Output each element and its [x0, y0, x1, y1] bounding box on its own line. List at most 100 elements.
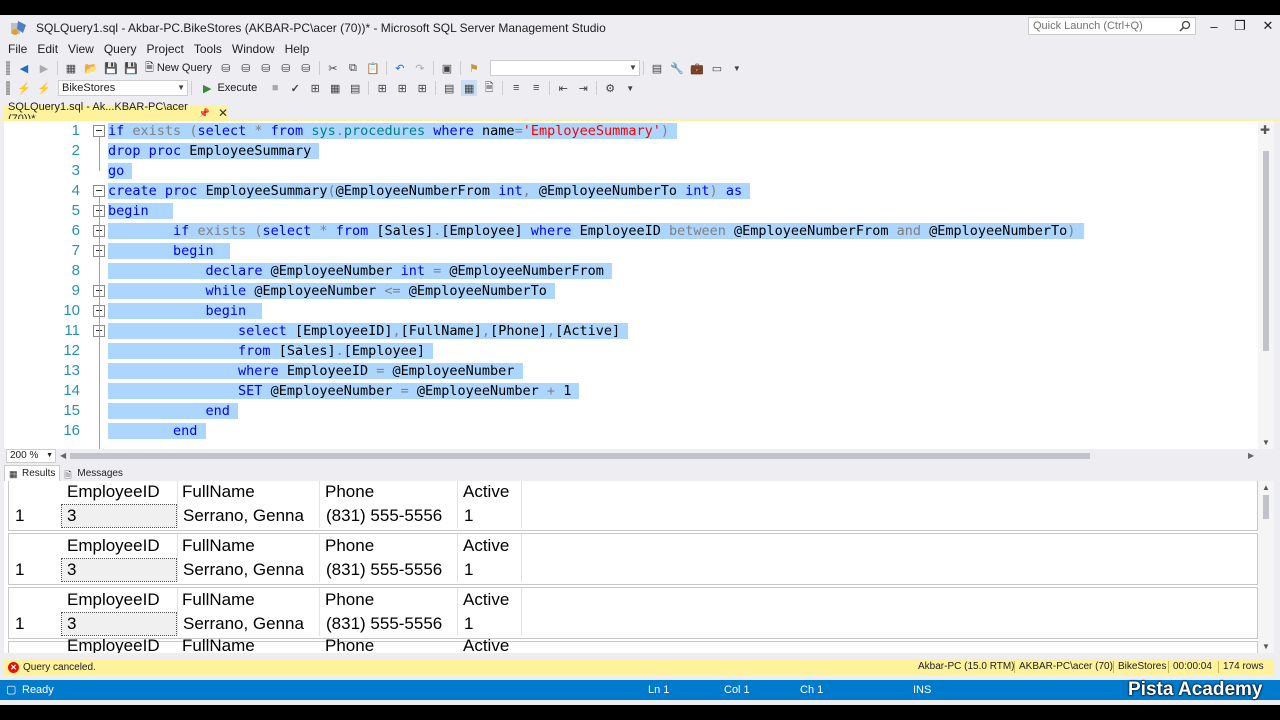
grid-cell[interactable]: 3: [67, 558, 76, 582]
column-header[interactable]: FullName: [182, 634, 255, 653]
display-estimated-plan-icon[interactable]: ⊞: [307, 80, 323, 96]
selected-cell[interactable]: [61, 558, 177, 582]
editor-vertical-scrollbar[interactable]: ✚ ▼: [1258, 121, 1274, 449]
client-statistics-icon[interactable]: ⊞: [414, 80, 430, 96]
available-databases-select[interactable]: BikeStores ▼: [58, 80, 188, 96]
new-project-icon[interactable]: ▦: [63, 60, 79, 76]
toolbar-options-icon[interactable]: ▼: [729, 60, 745, 76]
uncomment-icon[interactable]: ≡: [528, 80, 544, 96]
open-file-icon[interactable]: 📂: [83, 60, 99, 76]
zoom-select[interactable]: 200 % ▼: [6, 449, 56, 463]
column-header[interactable]: FullName: [182, 534, 255, 558]
save-all-icon[interactable]: 💾: [123, 60, 139, 76]
increase-indent-icon[interactable]: ⇥: [575, 80, 591, 96]
column-header[interactable]: Active: [463, 634, 509, 653]
find-in-files-icon[interactable]: ⚑: [466, 60, 482, 76]
close-tab-icon[interactable]: ✕: [218, 106, 228, 120]
scroll-up-icon[interactable]: ▲: [1262, 483, 1270, 492]
paste-icon[interactable]: 📋: [365, 60, 381, 76]
solution-explorer-icon[interactable]: ▤: [649, 60, 665, 76]
column-header[interactable]: EmployeeID: [67, 481, 160, 504]
decrease-indent-icon[interactable]: ⇤: [555, 80, 571, 96]
toolbar-options-icon[interactable]: ▼: [622, 80, 638, 96]
mdx-query-icon[interactable]: ⛁: [258, 60, 274, 76]
row-number[interactable]: 1: [15, 504, 24, 528]
parse-icon[interactable]: ✓: [287, 80, 303, 96]
toolbox-icon[interactable]: 💼: [689, 60, 705, 76]
minimize-button[interactable]: –: [1200, 15, 1228, 37]
scroll-down-icon[interactable]: ▼: [1262, 642, 1270, 651]
execute-button[interactable]: ▶ Execute: [203, 82, 257, 95]
menu-edit[interactable]: Edit: [32, 40, 63, 58]
copy-icon[interactable]: ⧉: [345, 60, 361, 76]
cancel-query-icon[interactable]: ■: [267, 80, 283, 96]
results-to-grid-icon[interactable]: ▦: [461, 80, 478, 96]
menu-project[interactable]: Project: [142, 40, 189, 58]
grid-cell[interactable]: (831) 555-5556: [326, 612, 442, 636]
row-number[interactable]: 1: [15, 558, 24, 582]
find-combo[interactable]: ▼: [489, 60, 640, 76]
save-icon[interactable]: 💾: [103, 60, 119, 76]
specify-values-icon[interactable]: ▤: [347, 80, 363, 96]
include-actual-plan-icon[interactable]: ⊞: [374, 80, 390, 96]
grid-cell[interactable]: (831) 555-5556: [326, 558, 442, 582]
toolbar-grip[interactable]: [6, 81, 10, 95]
cut-icon[interactable]: ✂: [325, 60, 341, 76]
close-window-button[interactable]: ✕: [1254, 15, 1280, 37]
collapse-icon[interactable]: [93, 185, 105, 197]
scroll-right-icon[interactable]: ▶: [1248, 449, 1254, 463]
grid-cell[interactable]: (831) 555-5556: [326, 504, 442, 528]
live-query-stats-icon[interactable]: ⊞: [394, 80, 410, 96]
scrollbar-thumb[interactable]: [1263, 151, 1269, 351]
result-grid[interactable]: EmployeeID FullName Phone Active 1 3 Ser…: [8, 587, 1258, 639]
results-to-text-icon[interactable]: ▤: [441, 80, 457, 96]
forward-icon[interactable]: ▶: [36, 60, 52, 76]
grid-cell[interactable]: 1: [464, 612, 473, 636]
menu-file[interactable]: File: [3, 40, 32, 58]
row-number[interactable]: 1: [15, 612, 24, 636]
grid-cell[interactable]: 3: [67, 504, 76, 528]
activity-monitor-icon[interactable]: ▣: [439, 60, 455, 76]
toolbar-grip[interactable]: [6, 61, 10, 75]
column-header[interactable]: Phone: [325, 481, 374, 504]
column-header[interactable]: EmployeeID: [67, 634, 160, 653]
grid-cell[interactable]: 1: [464, 504, 473, 528]
undo-icon[interactable]: ↶: [392, 60, 408, 76]
menu-view[interactable]: View: [63, 40, 99, 58]
back-icon[interactable]: ◀: [16, 60, 32, 76]
grid-cell[interactable]: Serrano, Genna: [183, 504, 304, 528]
selected-cell[interactable]: [61, 504, 177, 528]
grid-cell[interactable]: Serrano, Genna: [183, 612, 304, 636]
column-header[interactable]: Active: [463, 481, 509, 504]
grid-cell[interactable]: 3: [67, 612, 76, 636]
menu-query[interactable]: Query: [99, 40, 142, 58]
column-header[interactable]: Phone: [325, 534, 374, 558]
grid-cell[interactable]: 1: [464, 558, 473, 582]
column-header[interactable]: EmployeeID: [67, 534, 160, 558]
pin-icon[interactable]: 📌: [199, 108, 210, 119]
grid-cell[interactable]: Serrano, Genna: [183, 558, 304, 582]
column-header[interactable]: Active: [463, 588, 509, 612]
window-layout-icon[interactable]: ▭: [709, 60, 725, 76]
scroll-left-icon[interactable]: ◀: [60, 449, 66, 463]
properties-icon[interactable]: 🔧: [669, 60, 685, 76]
quick-launch-input[interactable]: Quick Launch (Ctrl+Q): [1028, 17, 1196, 35]
connect-icon[interactable]: ⚡: [16, 80, 32, 96]
xmla-query-icon[interactable]: ⛁: [298, 60, 314, 76]
analysis-query-icon[interactable]: ⛁: [238, 60, 254, 76]
results-to-file-icon[interactable]: 🗎: [481, 80, 497, 96]
menu-window[interactable]: Window: [227, 40, 280, 58]
change-connection-icon[interactable]: ⚡: [36, 80, 52, 96]
new-query-button[interactable]: 🗎 New Query: [145, 59, 212, 78]
result-grid[interactable]: EmployeeID FullName Phone Active 1 3 Ser…: [8, 481, 1258, 531]
specify-template-icon[interactable]: ⚙: [602, 80, 618, 96]
column-header[interactable]: FullName: [182, 588, 255, 612]
results-vertical-scrollbar[interactable]: ▲ ▼: [1258, 481, 1274, 653]
result-grid[interactable]: EmployeeID FullName Phone Active 1 3 Ser…: [8, 533, 1258, 585]
result-grid[interactable]: EmployeeID FullName Phone Active: [8, 636, 1258, 653]
column-header[interactable]: FullName: [182, 481, 255, 504]
database-engine-query-icon[interactable]: ⛁: [218, 60, 234, 76]
scroll-down-icon[interactable]: ▼: [1262, 438, 1270, 447]
restore-button[interactable]: ❐: [1226, 15, 1254, 37]
scrollbar-thumb[interactable]: [1263, 495, 1269, 519]
